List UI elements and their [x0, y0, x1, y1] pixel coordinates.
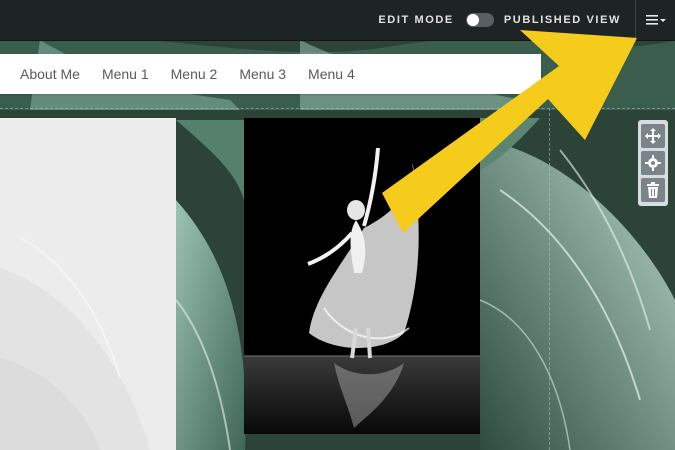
- pale-leaf-pattern: [0, 237, 150, 450]
- section-guide-vertical: [549, 108, 550, 450]
- delete-button[interactable]: [641, 178, 665, 203]
- move-button[interactable]: [641, 123, 665, 148]
- settings-button[interactable]: [641, 150, 665, 175]
- published-view-label[interactable]: PUBLISHED VIEW: [504, 14, 621, 26]
- menu-button[interactable]: [635, 0, 675, 40]
- dancer-photo[interactable]: [244, 118, 480, 434]
- nav-item-about-me[interactable]: About Me: [20, 66, 80, 82]
- nav-item-menu-2[interactable]: Menu 2: [171, 66, 218, 82]
- mode-toggle[interactable]: [465, 13, 494, 27]
- edit-mode-label[interactable]: EDIT MODE: [378, 14, 454, 26]
- site-nav: About Me Menu 1 Menu 2 Menu 3 Menu 4: [0, 54, 541, 94]
- toggle-knob: [466, 14, 479, 26]
- nav-item-menu-4[interactable]: Menu 4: [308, 66, 355, 82]
- gear-icon: [645, 154, 661, 171]
- nav-item-menu-3[interactable]: Menu 3: [239, 66, 286, 82]
- content-panel-left[interactable]: [0, 118, 176, 450]
- element-toolbar: [638, 120, 668, 206]
- trash-icon: [647, 182, 659, 199]
- move-icon: [645, 127, 661, 144]
- nav-item-menu-1[interactable]: Menu 1: [102, 66, 149, 82]
- section-guide-horizontal: [0, 108, 675, 109]
- editor-topbar: EDIT MODE PUBLISHED VIEW: [0, 0, 675, 41]
- dancer-image: [244, 118, 480, 434]
- hamburger-icon: [645, 15, 666, 25]
